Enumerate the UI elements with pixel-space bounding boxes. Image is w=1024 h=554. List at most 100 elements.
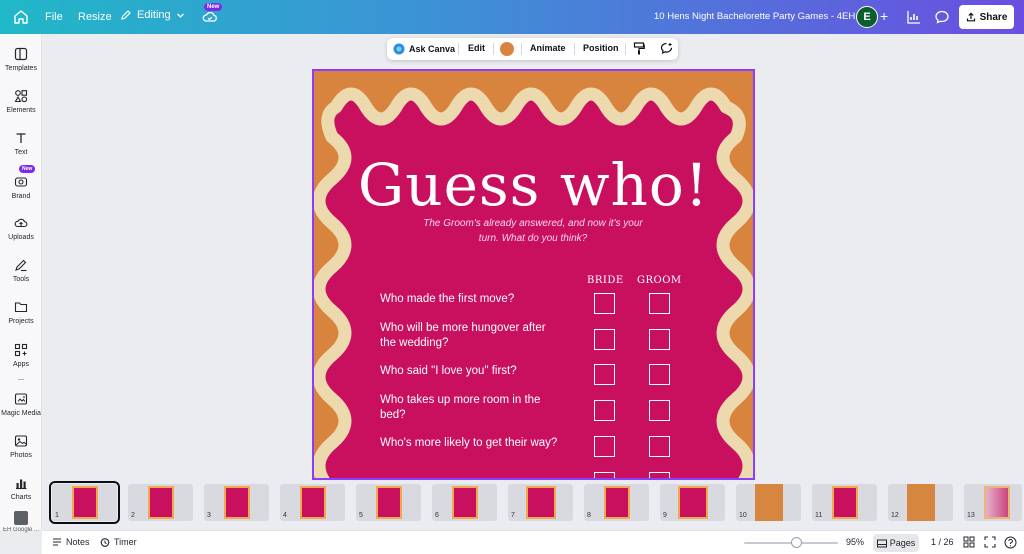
- zoom-level[interactable]: 95%: [846, 537, 864, 547]
- sidebar-item-label: Text: [14, 149, 28, 156]
- position-button[interactable]: Position: [583, 43, 619, 53]
- brand-icon: [14, 177, 28, 187]
- question-4[interactable]: Who takes up more room in the bed?: [380, 393, 560, 423]
- cloud-sync-icon[interactable]: [202, 10, 218, 24]
- page-thumbnail[interactable]: 3: [204, 484, 269, 521]
- charts-icon: [16, 479, 27, 490]
- ask-canva-button[interactable]: Ask Canva: [393, 43, 455, 55]
- notes-button[interactable]: Notes: [52, 537, 90, 547]
- insights-icon[interactable]: [906, 9, 922, 25]
- question-1[interactable]: Who made the first move?: [380, 292, 560, 307]
- page-thumbnail[interactable]: 4: [280, 484, 345, 521]
- page-thumbnail[interactable]: 1: [49, 481, 120, 524]
- pages-toggle-button[interactable]: Pages: [873, 534, 919, 552]
- sidebar-item-magic-media[interactable]: Magic Media: [0, 392, 42, 417]
- sidebar-item-label: Charts: [10, 494, 32, 501]
- document-title[interactable]: 10 Hens Night Bachelorette Party Games -…: [654, 11, 855, 22]
- notes-icon: [53, 538, 61, 546]
- home-icon[interactable]: [13, 9, 29, 25]
- design-title[interactable]: Guess who!: [314, 151, 753, 219]
- checkbox-bride-4[interactable]: [594, 400, 615, 421]
- checkbox-groom-6[interactable]: [649, 472, 670, 478]
- sidebar-item-templates[interactable]: Templates: [0, 47, 42, 72]
- design-canvas[interactable]: Guess who! The Groom's already answered,…: [312, 69, 755, 480]
- help-icon[interactable]: [1004, 536, 1017, 549]
- design-subtitle[interactable]: The Groom's already answered, and now it…: [422, 216, 644, 246]
- left-sidebar: Templates Elements Text Brand New Upload…: [0, 34, 42, 533]
- checkbox-groom-1[interactable]: [649, 293, 670, 314]
- toolbar-divider: [458, 43, 459, 55]
- sidebar-item-apps[interactable]: Apps: [0, 343, 42, 368]
- sidebar-item-google-app[interactable]: EH Google ...: [0, 511, 42, 535]
- resize-button[interactable]: Resize: [78, 11, 112, 23]
- color-swatch[interactable]: [500, 42, 514, 56]
- page-preview: [72, 486, 98, 519]
- sidebar-item-charts[interactable]: Charts: [0, 476, 42, 501]
- text-icon: [16, 133, 26, 143]
- sidebar-item-label: Magic Media: [1, 410, 41, 417]
- page-thumbnail[interactable]: 2: [128, 484, 193, 521]
- checkbox-bride-2[interactable]: [594, 329, 615, 350]
- sidebar-item-tools[interactable]: Tools: [0, 258, 42, 283]
- edit-button[interactable]: Edit: [468, 43, 485, 53]
- checkbox-groom-5[interactable]: [649, 436, 670, 457]
- sidebar-item-label: Apps: [13, 361, 29, 368]
- column-header-bride[interactable]: BRIDE: [587, 275, 624, 286]
- page-thumbnail[interactable]: 5: [356, 484, 421, 521]
- page-thumbnail[interactable]: 10: [736, 484, 801, 521]
- checkbox-groom-2[interactable]: [649, 329, 670, 350]
- sidebar-item-label: Elements: [6, 107, 36, 114]
- add-collaborator-icon[interactable]: +: [880, 9, 888, 23]
- page-preview: [984, 486, 1010, 519]
- templates-icon: [14, 47, 28, 61]
- checkbox-bride-5[interactable]: [594, 436, 615, 457]
- page-thumbnail[interactable]: 8: [584, 484, 649, 521]
- page-number: 11: [815, 512, 823, 519]
- checkbox-bride-6[interactable]: [594, 472, 615, 478]
- comment-add-icon[interactable]: [660, 42, 673, 55]
- question-5[interactable]: Who's more likely to get their way?: [380, 436, 560, 451]
- file-menu[interactable]: File: [45, 11, 63, 23]
- magic-media-icon: [14, 393, 28, 405]
- paint-roller-icon[interactable]: [633, 42, 645, 55]
- comment-icon[interactable]: [934, 9, 950, 25]
- question-2[interactable]: Who will be more hungover after the wedd…: [380, 321, 560, 351]
- grid-view-icon[interactable]: [963, 536, 975, 548]
- tools-icon: [15, 259, 27, 272]
- pencil-icon: [121, 10, 131, 20]
- checkbox-groom-3[interactable]: [649, 364, 670, 385]
- canva-assistant-icon: [393, 43, 405, 55]
- share-button[interactable]: Share: [959, 5, 1014, 29]
- page-thumbnail[interactable]: 7: [508, 484, 573, 521]
- fullscreen-icon[interactable]: [984, 536, 996, 548]
- new-badge: New: [19, 165, 36, 173]
- timer-button[interactable]: Timer: [100, 537, 137, 547]
- checkbox-bride-3[interactable]: [594, 364, 615, 385]
- page-number: 10: [739, 512, 747, 519]
- sidebar-item-uploads[interactable]: Uploads: [0, 216, 42, 241]
- editing-mode-dropdown[interactable]: Editing: [120, 9, 185, 21]
- page-number: 12: [891, 512, 899, 519]
- page-preview: [452, 486, 478, 519]
- checkbox-bride-1[interactable]: [594, 293, 615, 314]
- zoom-slider-handle[interactable]: [791, 537, 802, 548]
- avatar[interactable]: E: [856, 6, 878, 28]
- column-header-groom[interactable]: GROOM: [637, 275, 682, 286]
- new-badge: New: [204, 3, 223, 11]
- page-thumbnail[interactable]: 9: [660, 484, 725, 521]
- sidebar-item-brand[interactable]: Brand: [0, 175, 42, 200]
- sidebar-item-text[interactable]: Text: [0, 131, 42, 156]
- notes-label: Notes: [66, 537, 90, 547]
- apps-icon: [14, 343, 28, 357]
- question-3[interactable]: Who said "I love you" first?: [380, 364, 560, 379]
- page-thumbnail[interactable]: 6: [432, 484, 497, 521]
- page-thumbnail[interactable]: 13: [964, 484, 1022, 521]
- sidebar-item-projects[interactable]: Projects: [0, 300, 42, 325]
- page-thumbnail[interactable]: 11: [812, 484, 877, 521]
- sidebar-item-elements[interactable]: Elements: [0, 89, 42, 114]
- checkbox-groom-4[interactable]: [649, 400, 670, 421]
- sidebar-item-photos[interactable]: Photos: [0, 434, 42, 459]
- animate-button[interactable]: Animate: [530, 43, 566, 53]
- page-thumbnail[interactable]: 12: [888, 484, 953, 521]
- page-preview: [907, 484, 935, 521]
